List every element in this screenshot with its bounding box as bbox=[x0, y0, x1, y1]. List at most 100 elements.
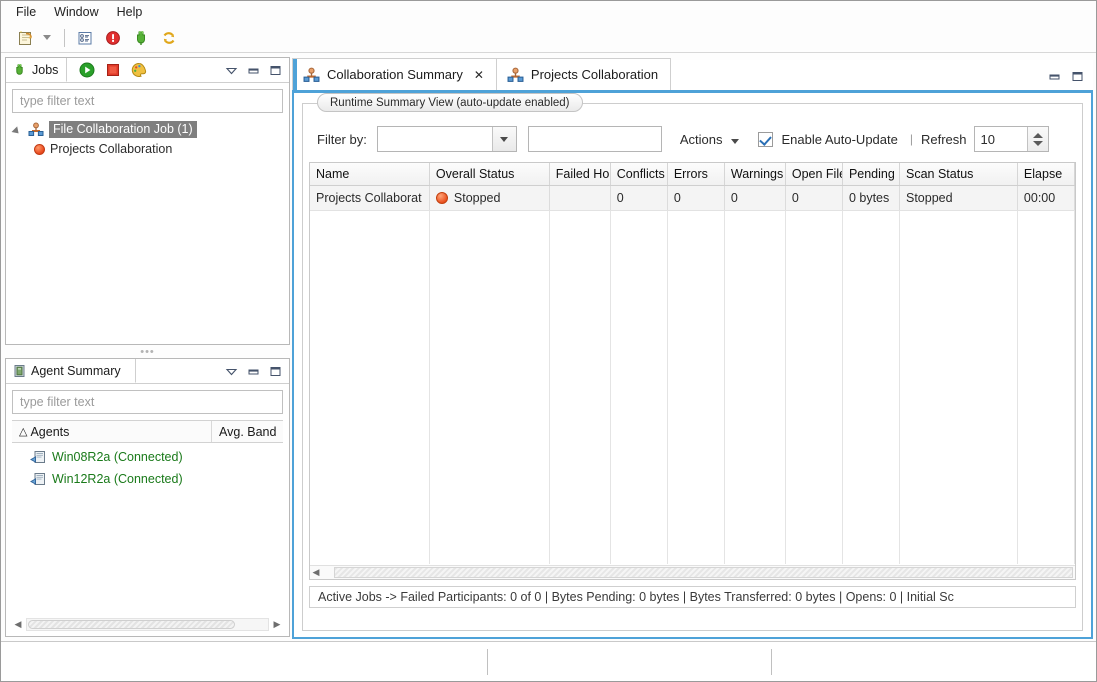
column-overall-status[interactable]: Overall Status bbox=[430, 163, 550, 185]
scroll-thumb[interactable] bbox=[28, 619, 236, 629]
menu-window[interactable]: Window bbox=[45, 3, 107, 21]
sort-ascending-icon: △ bbox=[19, 426, 28, 438]
menu-bar: File Window Help bbox=[1, 1, 1096, 23]
agent-name-label: Win08R2a (Connected) bbox=[52, 450, 183, 464]
maximize-icon[interactable] bbox=[269, 64, 282, 77]
agent-column-agents[interactable]: △ Agents bbox=[12, 421, 212, 442]
play-icon[interactable] bbox=[79, 62, 95, 78]
scroll-left-icon[interactable]: ◀ bbox=[310, 566, 322, 579]
list-item[interactable]: Win12R2a (Connected) bbox=[12, 468, 283, 490]
expand-twisty-icon[interactable] bbox=[14, 125, 23, 134]
filter-by-combobox[interactable] bbox=[376, 126, 517, 152]
column-open-files-label: Open File bbox=[791, 167, 843, 181]
scroll-right-icon[interactable]: ▶ bbox=[271, 618, 283, 631]
chevron-down-icon bbox=[731, 132, 740, 147]
table-row[interactable]: Projects Collaborat Stopped 0 0 0 0 0 by… bbox=[310, 186, 1075, 211]
agent-filter-input[interactable]: type filter text bbox=[12, 390, 283, 414]
cell-warnings: 0 bbox=[725, 186, 786, 210]
filter-by-label: Filter by: bbox=[317, 131, 367, 147]
tab-agent-summary-label: Agent Summary bbox=[31, 363, 121, 378]
column-conflicts[interactable]: Conflicts bbox=[611, 163, 668, 185]
tree-item-label: File Collaboration Job (1) bbox=[49, 120, 197, 138]
cell-name: Projects Collaborat bbox=[310, 186, 430, 210]
stop-icon[interactable] bbox=[106, 63, 120, 77]
scroll-left-icon[interactable]: ◀ bbox=[12, 618, 24, 631]
scroll-thumb[interactable] bbox=[334, 567, 1073, 578]
actions-button[interactable]: Actions bbox=[675, 129, 745, 150]
cell-failed-hosts bbox=[550, 186, 611, 210]
column-open-files[interactable]: Open File bbox=[786, 163, 843, 185]
column-pending-bytes-label: Pending E bbox=[848, 167, 899, 181]
table-horizontal-scrollbar[interactable]: ◀ bbox=[310, 565, 1075, 579]
column-failed-hosts[interactable]: Failed Ho bbox=[550, 163, 611, 185]
maximize-icon[interactable] bbox=[1071, 70, 1084, 83]
column-name[interactable]: Name bbox=[310, 163, 430, 185]
jobs-view-tabbar: Jobs bbox=[6, 58, 289, 83]
tab-jobs[interactable]: Jobs bbox=[6, 58, 68, 82]
panel-sash-handle[interactable]: ••• bbox=[5, 346, 290, 358]
stepper-buttons[interactable] bbox=[1026, 127, 1048, 151]
chevron-down-icon[interactable] bbox=[41, 26, 53, 50]
jobs-icon bbox=[13, 63, 27, 77]
column-pending-bytes[interactable]: Pending E bbox=[843, 163, 900, 185]
checkbox-box[interactable] bbox=[758, 131, 774, 147]
agent-horizontal-scrollbar[interactable]: ◀ ▶ bbox=[12, 617, 283, 631]
close-icon[interactable]: ✕ bbox=[474, 69, 484, 81]
view-menu-icon[interactable] bbox=[225, 365, 238, 378]
agent-view-tools bbox=[225, 359, 289, 383]
collaboration-job-icon bbox=[507, 67, 524, 83]
enable-auto-update-label: Enable Auto-Update bbox=[781, 131, 898, 147]
application-window: File Window Help Jobs type filter text F… bbox=[0, 0, 1097, 682]
tree-item-file-collaboration-job[interactable]: File Collaboration Job (1) bbox=[8, 119, 287, 139]
enable-auto-update-checkbox[interactable]: Enable Auto-Update bbox=[758, 131, 898, 147]
palette-icon[interactable] bbox=[131, 62, 147, 78]
new-document-icon[interactable] bbox=[13, 26, 39, 50]
filter-by-combobox-value[interactable] bbox=[378, 127, 492, 151]
minimize-icon[interactable] bbox=[1048, 70, 1061, 83]
tab-collaboration-summary[interactable]: Collaboration Summary ✕ bbox=[292, 58, 497, 93]
column-scan-status[interactable]: Scan Status bbox=[900, 163, 1018, 185]
menu-help[interactable]: Help bbox=[108, 3, 152, 21]
runtime-summary-group: Runtime Summary View (auto-update enable… bbox=[302, 93, 1083, 631]
agent-table-header: △ Agents Avg. Band bbox=[12, 420, 283, 443]
column-elapsed-label: Elapse bbox=[1023, 167, 1063, 181]
stepper-up-icon[interactable] bbox=[1032, 132, 1043, 138]
refresh-interval-value[interactable]: 10 bbox=[975, 127, 1027, 151]
filter-text-input[interactable] bbox=[527, 126, 662, 152]
chevron-down-icon[interactable] bbox=[491, 127, 516, 151]
agent-column-avg-bandwidth[interactable]: Avg. Band bbox=[212, 421, 283, 442]
column-conflicts-label: Conflicts bbox=[616, 167, 665, 181]
menu-file[interactable]: File bbox=[7, 3, 45, 21]
error-circle-icon[interactable] bbox=[100, 26, 126, 50]
view-menu-icon[interactable] bbox=[225, 64, 238, 77]
refresh-arrows-icon[interactable] bbox=[156, 26, 182, 50]
tab-projects-collaboration[interactable]: Projects Collaboration bbox=[495, 58, 672, 90]
agent-plug-icon[interactable] bbox=[128, 26, 154, 50]
toolbar-separator bbox=[64, 28, 65, 47]
minimize-icon[interactable] bbox=[247, 365, 260, 378]
tab-projects-collaboration-label: Projects Collaboration bbox=[530, 67, 659, 82]
column-elapsed[interactable]: Elapse bbox=[1018, 163, 1075, 185]
properties-list-icon[interactable] bbox=[72, 26, 98, 50]
maximize-icon[interactable] bbox=[269, 365, 282, 378]
stepper-down-icon[interactable] bbox=[1032, 140, 1043, 146]
tree-item-projects-collaboration[interactable]: Projects Collaboration bbox=[8, 139, 287, 159]
refresh-interval-stepper[interactable]: 10 bbox=[973, 126, 1049, 152]
scroll-track[interactable] bbox=[26, 617, 269, 631]
window-status-bar bbox=[1, 641, 1096, 681]
agent-list: Win08R2a (Connected) Win12R2a (Connected… bbox=[12, 446, 283, 490]
jobs-tree: File Collaboration Job (1) Projects Coll… bbox=[6, 119, 289, 159]
tab-agent-summary[interactable]: Agent Summary bbox=[6, 359, 136, 383]
left-panel-stack: Jobs type filter text File Collaboration… bbox=[5, 57, 290, 637]
minimize-icon[interactable] bbox=[247, 64, 260, 77]
column-warnings[interactable]: Warnings bbox=[725, 163, 786, 185]
editor-tools bbox=[1048, 70, 1093, 90]
actions-button-label: Actions bbox=[679, 131, 723, 147]
tab-collaboration-summary-label: Collaboration Summary bbox=[327, 67, 463, 82]
cell-elapsed: 00:00 bbox=[1018, 186, 1075, 210]
column-errors[interactable]: Errors bbox=[668, 163, 725, 185]
list-item[interactable]: Win08R2a (Connected) bbox=[12, 446, 283, 468]
agent-column-agents-label: Agents bbox=[30, 424, 70, 439]
jobs-filter-input[interactable]: type filter text bbox=[12, 89, 283, 113]
column-warnings-label: Warnings bbox=[730, 167, 784, 181]
